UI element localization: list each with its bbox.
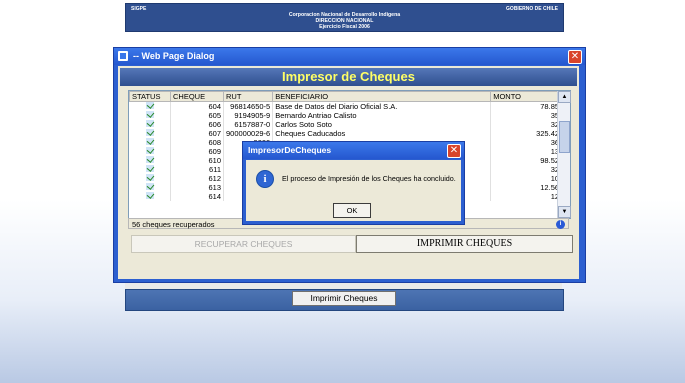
check-icon[interactable] bbox=[145, 147, 154, 154]
scroll-thumb[interactable] bbox=[559, 121, 570, 153]
cheque-cell: 604 bbox=[170, 101, 224, 111]
monto-cell: 98.521 bbox=[490, 156, 567, 165]
beneficiario-cell: Carlos Soto Soto bbox=[272, 120, 492, 129]
rut-cell: 96814650-5 bbox=[223, 101, 274, 111]
monto-cell: 130 bbox=[490, 147, 567, 156]
status-cell[interactable] bbox=[129, 147, 171, 156]
dialog-title: -- Web Page Dialog bbox=[133, 51, 215, 61]
ie-window-icon bbox=[118, 51, 128, 61]
imprimir-cheques-button[interactable]: Imprimir Cheques bbox=[292, 291, 396, 306]
close-icon[interactable]: ✕ bbox=[568, 50, 582, 64]
table-header-row: STATUS CHEQUE RUT BENEFICIARIO MONTO bbox=[129, 91, 567, 102]
cheque-cell: 605 bbox=[170, 111, 224, 120]
message-close-icon[interactable]: ✕ bbox=[447, 144, 461, 158]
cheque-cell: 608 bbox=[170, 138, 224, 147]
status-cell[interactable] bbox=[129, 174, 171, 183]
message-body: i El proceso de Impresión de los Cheques… bbox=[246, 160, 461, 221]
info-icon[interactable]: i bbox=[556, 220, 565, 229]
table-row[interactable]: 604 96814650-5 Base de Datos del Diario Of… bbox=[129, 101, 567, 111]
monto-cell: 320 bbox=[490, 165, 567, 174]
status-cell[interactable] bbox=[129, 165, 171, 174]
monto-cell: 12.563 bbox=[490, 183, 567, 192]
dialog-titlebar: -- Web Page Dialog ✕ bbox=[114, 48, 585, 65]
message-box: ImpresorDeCheques ✕ i El proceso de Impr… bbox=[242, 141, 465, 225]
check-icon[interactable] bbox=[145, 192, 154, 199]
check-icon[interactable] bbox=[145, 174, 154, 181]
org-title: Corporacion Nacional de Desarrollo Indig… bbox=[126, 12, 563, 30]
check-icon[interactable] bbox=[145, 183, 154, 190]
col-cheque[interactable]: CHEQUE bbox=[170, 91, 224, 102]
status-cell[interactable] bbox=[129, 192, 171, 201]
table-row[interactable]: 607 900000029-6 Cheques Caducados 325.426 bbox=[129, 129, 567, 138]
rut-cell: 900000029-6 bbox=[223, 129, 274, 138]
status-cell[interactable] bbox=[129, 138, 171, 147]
info-icon: i bbox=[256, 170, 274, 188]
vertical-scrollbar[interactable]: ▲ ▼ bbox=[557, 91, 571, 218]
monto-cell: 100 bbox=[490, 174, 567, 183]
col-monto[interactable]: MONTO bbox=[490, 91, 567, 102]
cheque-cell: 609 bbox=[170, 147, 224, 156]
beneficiario-cell: Cheques Caducados bbox=[272, 129, 492, 138]
cheque-cell: 606 bbox=[170, 120, 224, 129]
table-row[interactable]: 6066157887-0Carlos Soto Soto326 bbox=[129, 120, 567, 129]
message-text: El proceso de Impresión de los Cheques h… bbox=[282, 174, 456, 183]
check-icon[interactable] bbox=[145, 138, 154, 145]
header-banner: SIGPE GOBIERNO DE CHILE Corporacion Naci… bbox=[125, 3, 564, 32]
monto-cell: 350 bbox=[490, 111, 567, 120]
cheque-cell: 613 bbox=[170, 183, 224, 192]
imprimir-cheques-dialog-button[interactable]: IMPRIMIR CHEQUES bbox=[356, 235, 573, 253]
message-title: ImpresorDeCheques bbox=[248, 145, 332, 155]
cheque-cell: 607 bbox=[170, 129, 224, 138]
status-cell[interactable] bbox=[129, 111, 171, 120]
col-status[interactable]: STATUS bbox=[129, 91, 171, 102]
check-icon[interactable] bbox=[145, 111, 154, 118]
ok-button[interactable]: OK bbox=[333, 203, 371, 218]
beneficiario-cell: Bernardo Antriao Calisto bbox=[272, 111, 492, 120]
cheque-cell: 612 bbox=[170, 174, 224, 183]
monto-cell: 326 bbox=[490, 120, 567, 129]
recuperar-cheques-button[interactable]: RECUPERAR CHEQUES bbox=[131, 235, 356, 253]
status-text: 56 cheques recuperados bbox=[132, 220, 215, 229]
status-cell[interactable] bbox=[129, 156, 171, 165]
check-icon[interactable] bbox=[145, 102, 154, 109]
monto-cell: 120 bbox=[490, 192, 567, 201]
monto-cell: 325.426 bbox=[490, 129, 567, 138]
rut-cell: 9194905-9 bbox=[223, 111, 274, 120]
col-rut[interactable]: RUT bbox=[222, 91, 274, 102]
check-icon[interactable] bbox=[145, 120, 154, 127]
monto-cell: 360 bbox=[490, 138, 567, 147]
scroll-down-icon[interactable]: ▼ bbox=[558, 206, 571, 218]
status-cell[interactable] bbox=[129, 101, 171, 111]
status-cell[interactable] bbox=[129, 129, 171, 138]
scroll-up-icon[interactable]: ▲ bbox=[558, 91, 571, 103]
monto-cell: 78.852 bbox=[490, 101, 567, 111]
check-icon[interactable] bbox=[145, 156, 154, 163]
cheque-cell: 610 bbox=[170, 156, 224, 165]
cheque-cell: 611 bbox=[170, 165, 224, 174]
status-cell[interactable] bbox=[129, 120, 171, 129]
table-row[interactable]: 6059194905-9Bernardo Antriao Calisto350 bbox=[129, 111, 567, 120]
rut-cell: 6157887-0 bbox=[223, 120, 274, 129]
check-icon[interactable] bbox=[145, 165, 154, 172]
check-icon[interactable] bbox=[145, 129, 154, 136]
col-beneficiario[interactable]: BENEFICIARIO bbox=[272, 91, 492, 102]
page-title: Impresor de Cheques bbox=[120, 68, 577, 86]
org-line-3: Ejercicio Fiscal 2006 bbox=[319, 24, 370, 30]
message-titlebar: ImpresorDeCheques ✕ bbox=[243, 142, 464, 159]
beneficiario-cell: Base de Datos del Diario Oficial S.A. bbox=[272, 101, 492, 111]
cheque-cell: 614 bbox=[170, 192, 224, 201]
status-cell[interactable] bbox=[129, 183, 171, 192]
